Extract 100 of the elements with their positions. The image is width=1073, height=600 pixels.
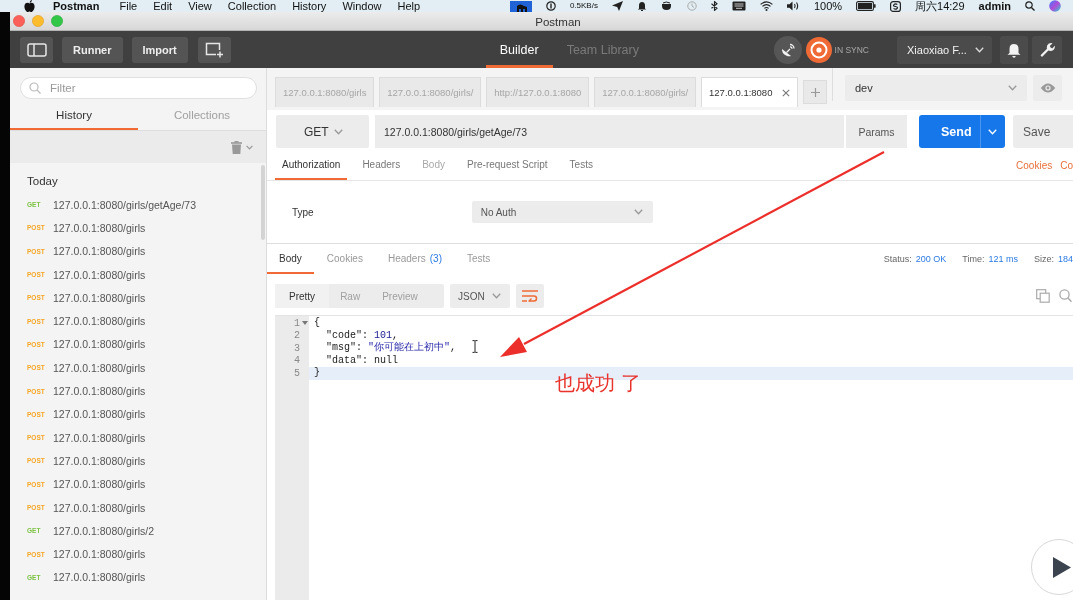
request-section-tab[interactable]: Pre-request Script bbox=[460, 151, 555, 180]
filter-field[interactable]: Filter bbox=[20, 77, 257, 99]
menu-item[interactable]: View bbox=[188, 0, 212, 12]
settings-button[interactable] bbox=[1032, 35, 1062, 64]
menu-item[interactable]: Edit bbox=[153, 0, 173, 12]
keyboard-icon[interactable] bbox=[731, 1, 746, 11]
sync-icon[interactable] bbox=[805, 36, 832, 63]
history-url[interactable]: 127.0.0.1:8080/girls bbox=[53, 245, 146, 258]
line-number: 2 bbox=[293, 330, 300, 342]
bluetooth-icon[interactable] bbox=[710, 1, 718, 11]
response-meta-value: 121 ms bbox=[988, 254, 1018, 264]
history-url[interactable]: 127.0.0.1:8080/girls bbox=[53, 571, 146, 584]
response-meta-label: Status: bbox=[883, 254, 912, 264]
chevron-icon bbox=[492, 293, 501, 299]
menu-item[interactable]: Window bbox=[342, 0, 382, 12]
request-tab[interactable]: 127.0.0.1:8080 bbox=[701, 77, 799, 107]
search-icon[interactable] bbox=[1025, 1, 1035, 11]
sidebar-icon bbox=[26, 42, 47, 57]
code-line: "code": 101, bbox=[325, 329, 399, 342]
rounded-square-icon[interactable] bbox=[890, 0, 902, 12]
cup-icon[interactable] bbox=[660, 1, 673, 11]
menu-item[interactable]: History bbox=[292, 0, 327, 12]
history-url[interactable]: 127.0.0.1:8080/girls bbox=[53, 431, 146, 444]
sidebar-toggle-button[interactable] bbox=[20, 36, 53, 63]
window-title: Postman bbox=[535, 16, 581, 28]
network-speed: 0.5KB/s bbox=[569, 1, 598, 11]
environment-dropdown[interactable]: dev bbox=[845, 75, 1027, 101]
menu-clock[interactable]: 周六14:29 bbox=[915, 0, 965, 12]
speaker-icon[interactable] bbox=[786, 1, 800, 11]
new-tab-button[interactable] bbox=[197, 36, 231, 63]
text-cursor-icon bbox=[472, 340, 478, 353]
format-dropdown[interactable]: JSON bbox=[450, 284, 510, 308]
play-icon bbox=[1052, 556, 1071, 578]
history-url[interactable]: 127.0.0.1:8080/girls/getAge/73 bbox=[53, 198, 197, 211]
history-url[interactable]: 127.0.0.1:8080/girls bbox=[53, 501, 146, 514]
chevron-icon bbox=[633, 209, 643, 215]
close-icon[interactable] bbox=[782, 88, 791, 97]
satellite-dish-icon[interactable] bbox=[773, 35, 802, 64]
request-section-tab[interactable]: Authorization bbox=[275, 151, 348, 180]
auth-type-label: Type bbox=[292, 206, 314, 218]
app-tile-icon[interactable] bbox=[509, 0, 532, 12]
response-meta-label: Time: bbox=[962, 254, 985, 264]
history-url[interactable]: 127.0.0.1:8080/girls bbox=[53, 361, 146, 374]
history-url[interactable]: 127.0.0.1:8080/girls bbox=[53, 268, 146, 281]
menu-app-name[interactable]: Postman bbox=[53, 0, 100, 12]
account-dropdown[interactable]: Xiaoxiao F... bbox=[897, 35, 992, 64]
history-url[interactable]: 127.0.0.1:8080/girls bbox=[53, 315, 146, 328]
history-url[interactable]: 127.0.0.1:8080/girls bbox=[53, 291, 146, 304]
history-url[interactable]: 127.0.0.1:8080/girls bbox=[53, 408, 146, 421]
history-group-heading: Today bbox=[26, 174, 59, 189]
code-line: { bbox=[314, 317, 320, 330]
history-url[interactable]: 127.0.0.1:8080/girls bbox=[53, 338, 146, 351]
code-line: } bbox=[314, 367, 320, 380]
chevron-icon bbox=[975, 46, 984, 53]
view-mode-tab[interactable]: Pretty bbox=[275, 284, 330, 308]
send-button[interactable]: Send bbox=[919, 115, 1005, 148]
toolbar-button[interactable]: Runner bbox=[62, 36, 123, 63]
chevron-icon bbox=[334, 128, 343, 135]
wrap-lines-icon bbox=[522, 290, 538, 302]
eye-icon bbox=[1039, 83, 1056, 93]
url-field[interactable]: 127.0.0.1:8080/girls/getAge/73 bbox=[375, 115, 844, 148]
params-button[interactable]: Params bbox=[844, 115, 907, 148]
line-number: 4 bbox=[293, 355, 300, 367]
history-url[interactable]: 127.0.0.1:8080/girls bbox=[53, 548, 146, 561]
info-icon[interactable] bbox=[545, 1, 556, 11]
request-section-tab[interactable]: Headers bbox=[355, 151, 408, 180]
history-url[interactable]: 127.0.0.1:8080/girls bbox=[53, 221, 146, 234]
history-url[interactable]: 127.0.0.1:8080/girls/2 bbox=[53, 524, 154, 537]
code-line: "data": null bbox=[325, 354, 399, 367]
battery-icon[interactable] bbox=[856, 1, 877, 11]
wifi-icon[interactable] bbox=[759, 1, 773, 11]
toolbar-button[interactable]: Import bbox=[131, 36, 188, 63]
chevron-icon bbox=[988, 128, 997, 135]
gradient-circle-icon[interactable] bbox=[1049, 0, 1061, 12]
history-url[interactable]: 127.0.0.1:8080/girls bbox=[53, 478, 146, 491]
menu-item[interactable]: Collection bbox=[227, 0, 277, 12]
chevron-icon bbox=[1008, 85, 1017, 91]
bell-icon[interactable] bbox=[636, 1, 647, 11]
request-section-tab[interactable]: Tests bbox=[562, 151, 600, 180]
line-number: 5 bbox=[293, 367, 300, 379]
notifications-button[interactable] bbox=[1000, 35, 1028, 64]
menu-user[interactable]: admin bbox=[978, 0, 1011, 12]
auth-type-dropdown[interactable]: No Auth bbox=[471, 201, 653, 223]
apple-icon[interactable] bbox=[24, 0, 35, 12]
response-meta-label: Size: bbox=[1033, 254, 1054, 264]
annotation-text: 也成功 了 bbox=[555, 371, 641, 396]
fold-caret-icon[interactable] bbox=[301, 321, 308, 326]
method-dropdown[interactable]: GET bbox=[276, 115, 369, 148]
response-tab[interactable]: Headers (3) bbox=[375, 244, 454, 274]
bell-icon bbox=[1007, 41, 1021, 58]
line-number: 1 bbox=[293, 317, 300, 329]
response-tab[interactable]: Body bbox=[267, 244, 314, 274]
menu-item[interactable]: Help bbox=[397, 0, 421, 12]
history-url[interactable]: 127.0.0.1:8080/girls bbox=[53, 385, 146, 397]
new-window-icon bbox=[204, 41, 224, 58]
history-url[interactable]: 127.0.0.1:8080/girls bbox=[53, 454, 146, 467]
battery-percent: 100% bbox=[813, 0, 843, 12]
sync-status: IN SYNC bbox=[834, 44, 869, 55]
save-button[interactable]: Save bbox=[1013, 115, 1073, 148]
menu-item[interactable]: File bbox=[119, 0, 138, 12]
